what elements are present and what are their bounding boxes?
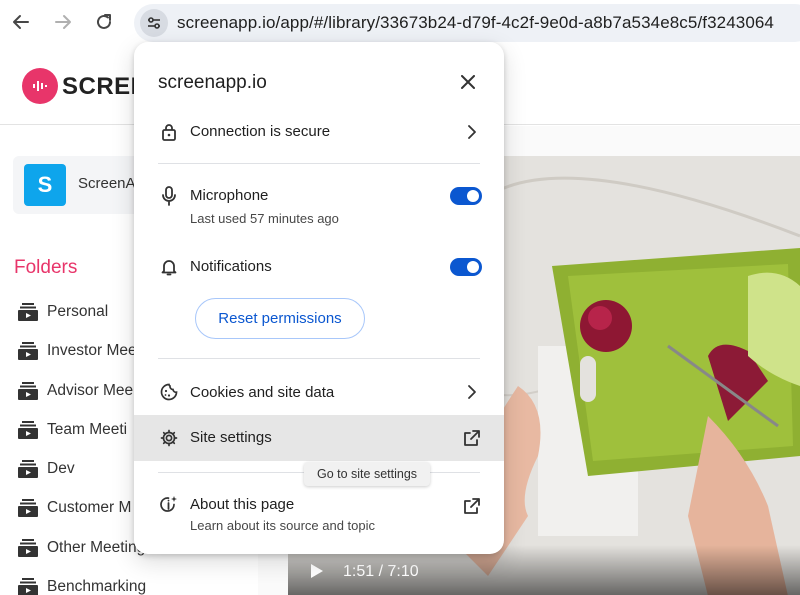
folder-label: Advisor Mee: [47, 382, 134, 399]
folder-label: Investor Mee: [47, 342, 137, 359]
arrow-right-icon: [55, 15, 71, 29]
close-icon: [461, 75, 475, 89]
bell-icon: [158, 256, 180, 278]
notifications-label: Notifications: [190, 258, 272, 275]
folder-label: Team Meeti: [47, 421, 128, 438]
reload-icon: [97, 14, 111, 29]
connection-label: Connection is secure: [190, 123, 331, 140]
about-sparkle-icon: [158, 494, 180, 516]
lock-icon: [158, 121, 180, 143]
tune-icon: [148, 17, 160, 29]
back-button[interactable]: [9, 10, 33, 34]
site-settings-label: Site settings: [190, 429, 272, 446]
microphone-icon: [158, 185, 180, 207]
cookie-icon: [158, 381, 180, 403]
notifications-toggle[interactable]: [450, 258, 482, 276]
workspace-avatar: S: [24, 164, 66, 206]
cookies-label: Cookies and site data: [190, 384, 335, 401]
cookies-row[interactable]: Cookies and site data: [134, 374, 504, 410]
site-settings-tooltip: Go to site settings: [304, 462, 430, 486]
site-info-button[interactable]: [140, 9, 168, 37]
about-sublabel: Learn about its source and topic: [190, 518, 376, 533]
folders-heading: Folders: [14, 257, 78, 278]
waveform-icon: [33, 81, 47, 91]
folder-stack-icon: [18, 421, 38, 439]
address-bar[interactable]: screenapp.io/app/#/library/33673b24-d79f…: [134, 4, 800, 42]
folder-stack-icon: [18, 578, 38, 595]
folder-label: Personal: [47, 303, 109, 320]
folder-label: Customer M: [47, 499, 132, 516]
close-button[interactable]: [456, 70, 480, 94]
gear-icon: [158, 427, 180, 449]
workspace-name: ScreenA: [78, 175, 136, 192]
folder-stack-icon: [18, 303, 38, 321]
connection-row[interactable]: Connection is secure: [134, 114, 504, 150]
arrow-left-icon: [13, 15, 29, 29]
divider: [158, 163, 480, 164]
reload-button[interactable]: [92, 10, 116, 34]
folder-label: Benchmarking: [47, 578, 147, 595]
microphone-toggle[interactable]: [450, 187, 482, 205]
popup-title: screenapp.io: [158, 72, 267, 93]
about-label: About this page: [190, 496, 295, 513]
microphone-label: Microphone: [190, 187, 269, 204]
external-link-icon: [464, 498, 480, 514]
play-icon[interactable]: [310, 563, 324, 579]
folder-stack-icon: [18, 539, 38, 557]
reset-permissions-button[interactable]: Reset permissions: [195, 298, 365, 339]
url-text[interactable]: screenapp.io/app/#/library/33673b24-d79f…: [177, 13, 774, 33]
external-link-icon: [464, 430, 480, 446]
folder-stack-icon: [18, 460, 38, 478]
chevron-right-icon: [468, 385, 476, 399]
folder-item-benchmarking[interactable]: Benchmarking: [18, 575, 258, 595]
forward-button[interactable]: [51, 10, 75, 34]
microphone-row: Microphone Last used 57 minutes ago: [134, 180, 504, 232]
site-settings-row[interactable]: Site settings: [134, 415, 504, 461]
video-time: 1:51 / 7:10: [343, 563, 419, 580]
about-row[interactable]: About this page Learn about its source a…: [134, 490, 504, 538]
chevron-right-icon: [468, 125, 476, 139]
divider: [158, 358, 480, 359]
microphone-last-used: Last used 57 minutes ago: [190, 211, 339, 226]
notifications-row: Notifications: [134, 252, 504, 282]
screenapp-logo-icon[interactable]: [22, 68, 58, 104]
browser-toolbar: screenapp.io/app/#/library/33673b24-d79f…: [0, 0, 800, 46]
folder-label: Dev: [47, 460, 75, 477]
folder-stack-icon: [18, 382, 38, 400]
folder-stack-icon: [18, 342, 38, 360]
folder-stack-icon: [18, 499, 38, 517]
